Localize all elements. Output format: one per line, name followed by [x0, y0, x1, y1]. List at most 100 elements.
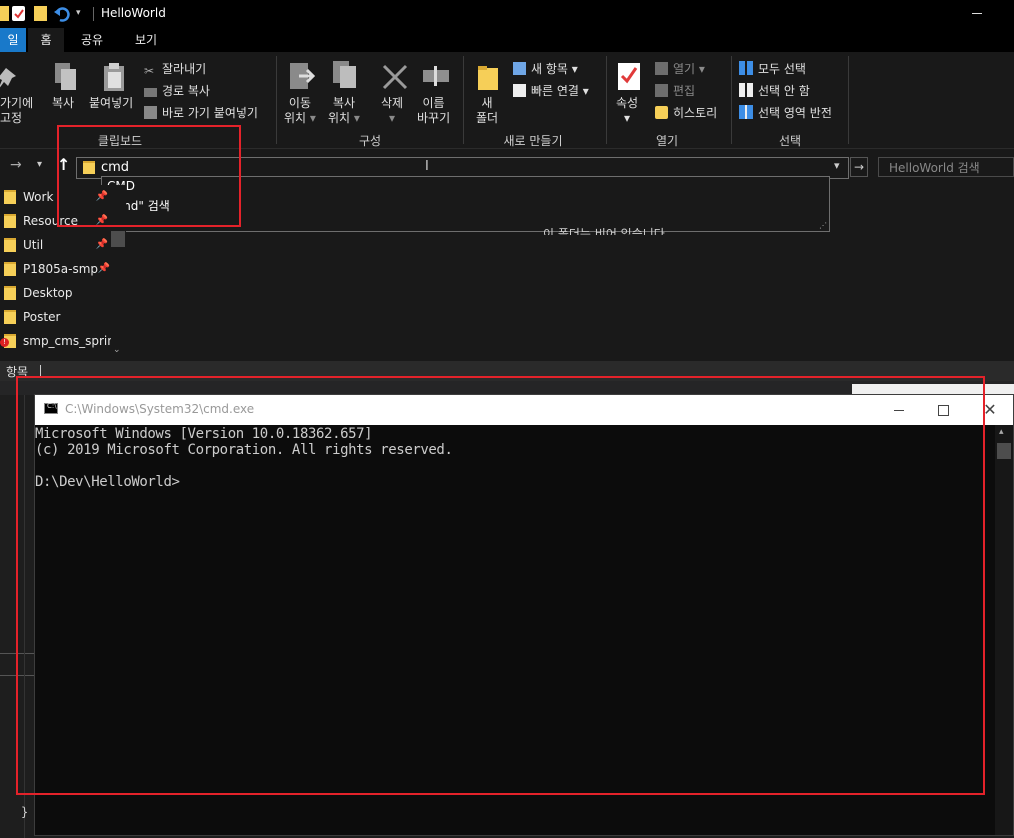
close-icon: ✕	[983, 400, 997, 419]
cmd-scrollbar[interactable]: ▴	[995, 425, 1013, 835]
nav-item[interactable]: Util 📌	[0, 234, 112, 256]
cmd-console[interactable]: Microsoft Windows [Version 10.0.18362.65…	[35, 425, 993, 835]
select-all-icon	[739, 61, 753, 75]
console-line: (c) 2019 Microsoft Corporation. All righ…	[35, 442, 453, 458]
tab-file[interactable]: 일	[0, 28, 26, 52]
new-folder-icon	[477, 64, 499, 95]
scrollbar-thumb[interactable]	[111, 231, 125, 247]
cmd-app-icon: C:\	[44, 402, 58, 414]
folder-icon: !	[0, 334, 16, 348]
pin-icon: 📌	[95, 191, 108, 202]
group-divider	[463, 56, 464, 144]
easy-access-button[interactable]: 빠른 연결 ▾	[513, 82, 589, 99]
navigation-pane: Work 📌 Resource 📌 Util 📌 P1805a-smp 📌 Deskto…	[0, 185, 126, 361]
paste-button[interactable]: 붙여넣기	[89, 96, 133, 111]
close-button[interactable]: ✕	[967, 395, 1013, 425]
select-none-icon	[739, 83, 753, 97]
nav-item[interactable]: Desktop	[0, 282, 112, 304]
nav-scrollbar[interactable]: ⌄	[111, 185, 125, 361]
nav-item[interactable]: Work 📌	[0, 186, 112, 208]
ribbon-tabs: 일 홈 공유 보기	[0, 28, 1014, 52]
properties-button[interactable]: 속성 ▾	[616, 96, 638, 126]
tab-share[interactable]: 공유	[72, 28, 112, 52]
new-folder-quick-icon[interactable]	[34, 6, 47, 21]
folder-icon	[4, 310, 16, 324]
open-button[interactable]: 열기 ▾	[655, 60, 705, 77]
scrollbar-thumb[interactable]	[997, 443, 1011, 459]
new-item-icon	[513, 62, 526, 75]
scroll-down-chevron-icon[interactable]: ⌄	[113, 345, 121, 355]
nav-item[interactable]: Poster	[0, 306, 112, 328]
group-divider	[848, 56, 849, 144]
path-icon	[144, 88, 157, 97]
minimize-button[interactable]	[876, 395, 922, 425]
folder-icon	[4, 238, 16, 252]
edit-button[interactable]: 편집	[655, 82, 695, 99]
new-folder-button[interactable]: 새 폴더	[476, 96, 498, 126]
pin-quick-access-button[interactable]: 가기에 고정	[0, 96, 33, 126]
cmd-window[interactable]: C:\ C:\Windows\System32\cmd.exe ✕ Micros…	[34, 394, 1014, 836]
undo-icon[interactable]	[54, 6, 70, 22]
up-icon[interactable]: ↑	[57, 155, 70, 174]
copy-to-button[interactable]: 복사 위치 ▾	[328, 96, 360, 126]
recent-locations-chevron-icon[interactable]: ▾	[37, 159, 42, 170]
organize-group-label: 구성	[358, 134, 382, 148]
pin-icon	[0, 66, 20, 95]
minimize-icon	[894, 409, 904, 411]
console-prompt[interactable]: D:\Dev\HelloWorld>	[35, 474, 180, 490]
customize-toolbar-chevron-icon[interactable]: ▾	[76, 6, 89, 21]
move-to-button[interactable]: 이동 위치 ▾	[284, 96, 316, 126]
window-title: HelloWorld	[101, 6, 166, 20]
select-all-button[interactable]: 모두 선택	[739, 60, 806, 77]
folder-icon	[4, 214, 16, 228]
invert-selection-button[interactable]: 선택 영역 반전	[739, 104, 832, 121]
pin-icon: 📌	[95, 215, 108, 226]
group-divider	[276, 56, 277, 144]
delete-button[interactable]: 삭제 ▾	[381, 96, 403, 126]
easy-access-icon	[513, 84, 526, 97]
nav-item[interactable]: ! smp_cms_sprint	[0, 330, 120, 352]
copy-path-button[interactable]: 경로 복사	[144, 82, 210, 99]
scissors-icon: ✂	[144, 64, 155, 78]
folder-icon	[4, 190, 16, 204]
tab-view[interactable]: 보기	[125, 28, 167, 52]
address-dropdown-chevron-icon[interactable]: ▾	[834, 159, 840, 172]
address-input[interactable]: cmd	[101, 160, 129, 175]
title-bar: ▾ HelloWorld	[0, 0, 1014, 28]
group-divider	[606, 56, 607, 144]
properties-icon	[617, 62, 641, 95]
go-arrow-icon[interactable]: →	[850, 157, 868, 177]
paste-shortcut-button[interactable]: 바로 가기 붙여넣기	[144, 104, 258, 121]
select-none-button[interactable]: 선택 안 함	[739, 82, 810, 99]
search-input[interactable]: HelloWorld 검색	[878, 157, 1014, 177]
move-to-icon	[289, 62, 316, 95]
paste-icon	[102, 62, 126, 95]
maximize-button[interactable]	[920, 395, 966, 425]
rename-icon	[422, 64, 450, 91]
copy-button[interactable]: 복사	[52, 96, 74, 111]
open-group-label: 열기	[655, 134, 679, 148]
address-suggestions: CMD "cmd" 검색 ⋰	[101, 176, 830, 232]
cmd-title-bar[interactable]: C:\ C:\Windows\System32\cmd.exe ✕	[35, 395, 1013, 425]
new-item-button[interactable]: 새 항목 ▾	[513, 60, 578, 77]
folder-icon	[4, 262, 16, 276]
select-group-label: 선택	[778, 134, 802, 148]
editor-gutter	[24, 395, 25, 838]
rename-button[interactable]: 이름 바꾸기	[417, 96, 450, 126]
forward-icon[interactable]: →	[10, 157, 22, 173]
text-cursor-icon: I	[425, 159, 429, 174]
scroll-up-chevron-icon[interactable]: ▴	[999, 427, 1004, 437]
status-bar: 항목	[0, 361, 1014, 381]
invert-selection-icon	[739, 105, 753, 119]
nav-item[interactable]: P1805a-smp 📌	[0, 258, 112, 280]
tab-home[interactable]: 홈	[28, 28, 64, 52]
cut-button[interactable]: ✂ 잘라내기	[144, 60, 206, 78]
pin-icon: 📌	[95, 239, 108, 250]
resize-grip-icon[interactable]: ⋰	[819, 221, 827, 230]
properties-quick-icon[interactable]	[12, 6, 25, 21]
editor-rule	[0, 653, 34, 654]
history-button[interactable]: 히스토리	[655, 104, 717, 121]
folder-icon	[0, 6, 9, 21]
minimize-icon[interactable]	[972, 13, 982, 14]
nav-item[interactable]: Resource 📌	[0, 210, 112, 232]
